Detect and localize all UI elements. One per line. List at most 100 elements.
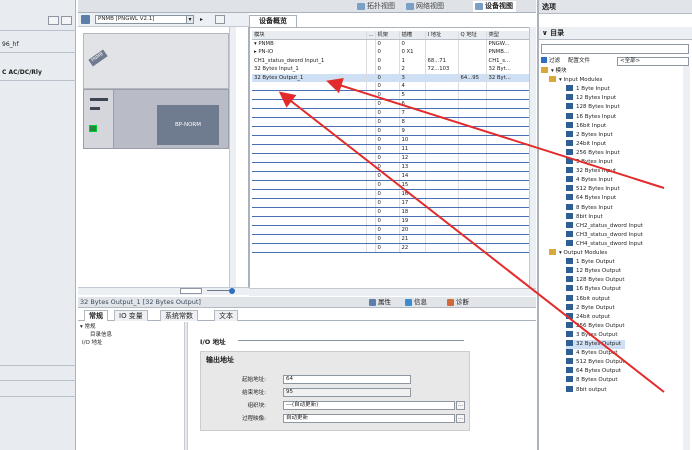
table-row-empty[interactable]: 0 16 [252, 189, 531, 199]
catalog-item[interactable]: 4 Bytes Output [566, 349, 618, 358]
table-row[interactable]: CH1_status_dword Input_1 0 1 68...71 CH1_s..… [252, 56, 531, 65]
catalog-folder-modules[interactable]: ▾ 模块 [541, 67, 567, 76]
table-row-empty[interactable]: 08 [252, 117, 531, 127]
left-panel-row[interactable]: 96_hf [0, 40, 76, 49]
overview-hscrollbar[interactable] [249, 288, 536, 296]
overview-scrollbar[interactable] [529, 27, 536, 288]
catalog-item[interactable]: 32 Bytes Input [566, 167, 616, 176]
catalog-item[interactable]: 12 Bytes Output [566, 267, 621, 276]
catalog-item[interactable]: 8 Bytes Input [566, 203, 613, 213]
tab-io-tags[interactable]: IO 变量 [114, 310, 148, 321]
col-more[interactable]: ... [366, 31, 376, 40]
start-address-field[interactable]: 64 [283, 375, 411, 384]
org-block-field[interactable]: ---(自动更新) [283, 401, 455, 410]
catalog-item[interactable]: 4 Bytes Input [566, 176, 613, 185]
device-select[interactable]: PNMB [PNGWL V2.1] [95, 15, 193, 24]
catalog-item[interactable]: 128 Bytes Output [566, 276, 625, 285]
process-image-browse-button[interactable]: ... [456, 414, 465, 423]
catalog-item[interactable]: 24bit output [566, 312, 610, 322]
catalog-item[interactable]: CH4_status_dword Input [566, 239, 643, 249]
table-row[interactable]: ▾ PNMB 0 0 PNGW... [252, 39, 531, 48]
col-type[interactable]: 类型 [486, 31, 531, 40]
catalog-item[interactable]: 256 Bytes Input [566, 148, 620, 158]
catalog-folder-output-modules[interactable]: ▾ Output Modules [549, 249, 607, 258]
catalog-item[interactable]: 8bit output [566, 385, 607, 395]
table-row[interactable]: ▸ PN-IO 0 0 X1 PNMB... [252, 48, 531, 57]
table-icon[interactable] [215, 15, 225, 24]
catalog-item[interactable]: 8bit Input [566, 212, 603, 222]
tab-network-view[interactable]: 网络视图 [404, 1, 447, 12]
catalog-item[interactable]: 1 Byte Output [566, 258, 615, 267]
table-row-empty[interactable]: 04 [252, 82, 531, 91]
catalog-scrollbar[interactable] [683, 66, 690, 450]
catalog-item[interactable]: 64 Bytes Output [566, 367, 621, 376]
table-row-empty[interactable]: 06 [252, 99, 531, 109]
process-image-field[interactable]: 自动更新 [283, 414, 455, 423]
catalog-item[interactable]: 512 Bytes Input [566, 185, 620, 194]
zoom-slider[interactable] [207, 290, 229, 291]
col-slot[interactable]: 插槽 [399, 31, 426, 40]
table-row-empty[interactable]: 0 15 [252, 180, 531, 190]
chevron-down-icon[interactable]: ▾ [186, 15, 194, 24]
catalog-item[interactable]: 1 Byte Input [566, 85, 610, 94]
split-view-icon[interactable] [61, 16, 72, 25]
list-view-icon[interactable] [48, 16, 59, 25]
catalog-item[interactable]: 32 Bytes Output [566, 340, 626, 349]
nav-general[interactable]: ▾ 常规 [80, 323, 180, 331]
table-row-empty[interactable]: 0 13 [252, 162, 531, 172]
tab-topology-view[interactable]: 拓扑视图 [355, 1, 398, 12]
catalog-item[interactable]: 12 Bytes Input [566, 94, 616, 103]
device-hscrollbar[interactable] [78, 287, 249, 295]
catalog-search-input[interactable] [541, 44, 689, 54]
table-row-empty[interactable]: 0 17 [252, 198, 531, 208]
org-block-browse-button[interactable]: ... [456, 401, 465, 410]
catalog-item[interactable]: 128 Bytes Input [566, 103, 620, 112]
col-rack[interactable]: 机架 [375, 31, 400, 40]
catalog-folder-input-modules[interactable]: ▾ Input Modules [549, 76, 602, 85]
profile-select[interactable]: <全部> [617, 57, 689, 66]
catalog-item[interactable]: 256 Bytes Output [566, 321, 625, 331]
overview-navigator-icon[interactable] [229, 288, 235, 294]
catalog-item[interactable]: 64 Bytes Input [566, 194, 616, 203]
table-row-empty[interactable]: 0 11 [252, 144, 531, 154]
device-graphic[interactable]: PNMB [83, 33, 229, 89]
tab-diagnostics[interactable]: 诊断 [446, 297, 469, 308]
catalog-item[interactable]: 16bit output [566, 294, 610, 304]
tab-texts[interactable]: 文本 [214, 310, 238, 321]
tab-general[interactable]: 常规 [84, 310, 108, 321]
catalog-item[interactable]: 512 Bytes Output [566, 358, 625, 367]
next-arrow-icon[interactable]: ▸ [200, 15, 206, 24]
table-row-empty[interactable]: 05 [252, 90, 531, 100]
tab-device-overview[interactable]: 设备概览 [249, 15, 297, 27]
filter-checkbox[interactable]: 过滤 配置文件 [541, 57, 590, 65]
table-row[interactable]: 32 Bytes Output_1 0 3 64...95 32 Byt... [252, 73, 531, 82]
catalog-item[interactable]: 16bit Input [566, 121, 606, 131]
catalog-item[interactable]: 2 Bytes Input [566, 130, 613, 140]
table-row-empty[interactable]: 0 19 [252, 216, 531, 226]
col-q-address[interactable]: Q 地址 [458, 31, 487, 40]
nav-io-address[interactable]: I/O 地址 [80, 339, 180, 347]
catalog-item[interactable]: 3 Bytes Input [566, 158, 613, 167]
col-i-address[interactable]: I 地址 [425, 31, 459, 40]
tab-info[interactable]: 信息 [404, 297, 427, 308]
catalog-item[interactable]: 16 Bytes Output [566, 285, 621, 294]
tab-system-constants[interactable]: 系统常数 [160, 310, 198, 321]
table-row[interactable]: 32 Bytes Input_1 0 2 72...103 32 Byt... [252, 65, 531, 74]
properties-splitter[interactable] [184, 322, 188, 450]
zoom-select[interactable] [180, 288, 202, 294]
tab-device-view[interactable]: 设备视图 [473, 1, 516, 12]
table-row-empty[interactable]: 0 12 [252, 153, 531, 163]
catalog-item[interactable]: CH3_status_dword Input [566, 230, 643, 240]
nav-catalog-info[interactable]: 目录信息 [80, 331, 180, 339]
catalog-item[interactable]: CH2_status_dword Input [566, 221, 643, 231]
table-row-empty[interactable]: 0 22 [252, 243, 531, 253]
table-row-empty[interactable]: 09 [252, 126, 531, 136]
catalog-item[interactable]: 2 Byte Output [566, 303, 615, 313]
table-row-empty[interactable]: 07 [252, 108, 531, 118]
col-module[interactable]: 模块 [252, 31, 367, 40]
catalog-item[interactable]: 16 Bytes Input [566, 112, 616, 122]
table-row-empty[interactable]: 0 18 [252, 207, 531, 217]
catalog-header[interactable]: ∨ 目录 [539, 27, 692, 40]
left-panel-row[interactable]: C AC/DC/Rly [0, 68, 76, 77]
catalog-item[interactable]: 24bit Input [566, 139, 606, 149]
